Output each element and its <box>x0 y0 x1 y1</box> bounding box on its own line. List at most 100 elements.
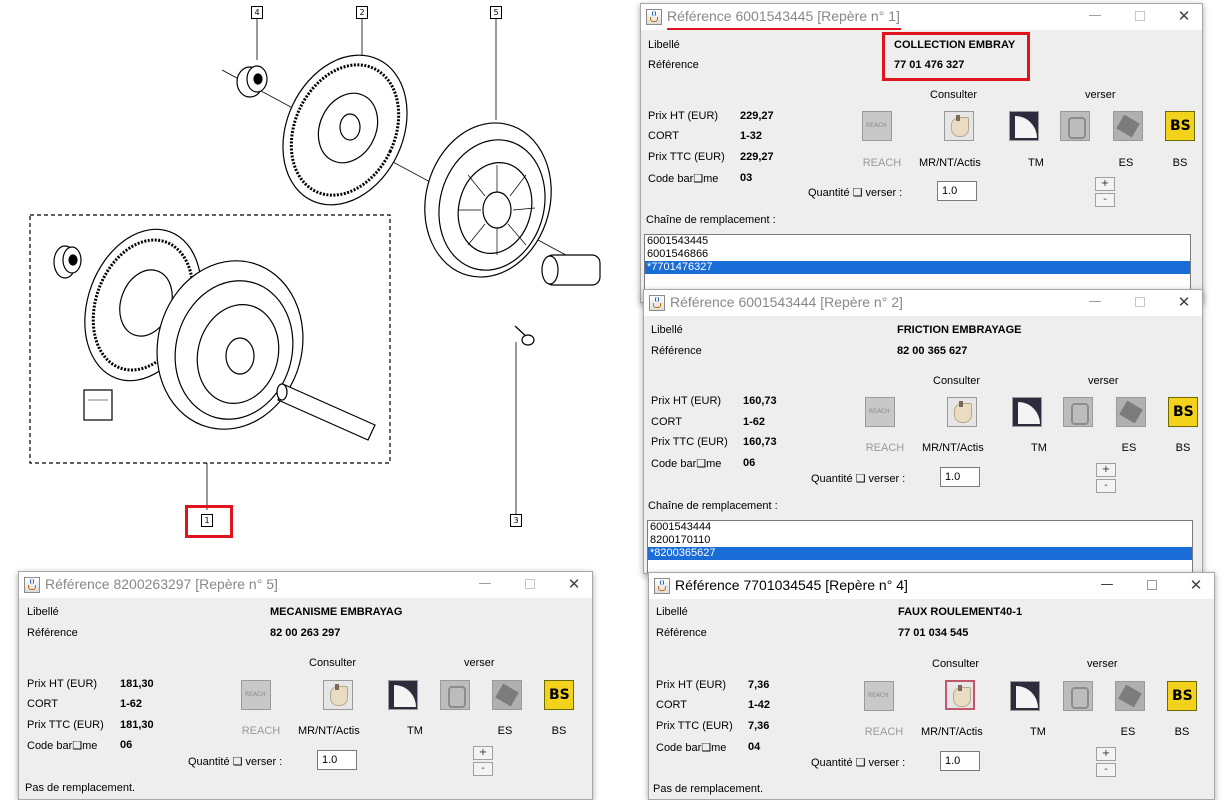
es-icon[interactable] <box>1113 111 1143 141</box>
mr-nt-actis-icon[interactable] <box>944 111 974 141</box>
list-item[interactable]: 6001543445 <box>645 235 1190 248</box>
es-catalog-icon[interactable] <box>440 680 470 710</box>
minimize-button[interactable]: — <box>473 575 497 593</box>
title-bar[interactable]: Référence 6001543445 [Repère n° 1] — ✕ <box>641 4 1202 30</box>
es-catalog-icon[interactable] <box>1063 397 1093 427</box>
tm-caption: TM <box>407 725 423 737</box>
tm-icon[interactable] <box>1010 681 1040 711</box>
maximize-button[interactable] <box>1140 576 1164 594</box>
increment-button[interactable]: + <box>1095 177 1115 191</box>
es-icon[interactable] <box>492 680 522 710</box>
replacement-chain-list[interactable]: 6001543444 8200170110 *8200365627 <box>647 520 1193 573</box>
reference-label: Référence <box>648 59 699 71</box>
quantite-input[interactable] <box>940 467 980 487</box>
title-bar[interactable]: Référence 6001543444 [Repère n° 2] — ✕ <box>644 290 1202 316</box>
reach-icon[interactable] <box>865 397 895 427</box>
prix-ttc-label: Prix TTC (EUR) <box>648 151 725 163</box>
decrement-button[interactable]: - <box>1096 763 1116 777</box>
prix-ttc-label: Prix TTC (EUR) <box>651 436 728 448</box>
title-bar[interactable]: Référence 8200263297 [Repère n° 5] — ✕ <box>19 572 592 598</box>
quantite-input[interactable] <box>317 750 357 770</box>
reach-icon[interactable] <box>241 680 271 710</box>
minimize-button[interactable]: — <box>1083 7 1107 25</box>
cort-value: 1-62 <box>120 698 143 710</box>
minimize-button[interactable]: — <box>1083 293 1107 311</box>
maximize-button[interactable] <box>518 575 542 593</box>
libelle-highlight-box <box>882 32 1030 81</box>
tm-icon[interactable] <box>388 680 418 710</box>
mr-nt-actis-icon[interactable] <box>947 397 977 427</box>
bs-icon[interactable] <box>1167 681 1197 711</box>
quantite-input[interactable] <box>937 181 977 201</box>
close-button[interactable]: ✕ <box>1184 576 1208 594</box>
callout-5[interactable]: 5 <box>490 6 502 19</box>
maximize-button[interactable] <box>1128 293 1152 311</box>
decrement-button[interactable]: - <box>1095 193 1115 207</box>
tm-icon[interactable] <box>1009 111 1039 141</box>
list-item-selected[interactable]: *7701476327 <box>645 261 1190 274</box>
cort-value: 1-62 <box>743 416 766 428</box>
decrement-button[interactable]: - <box>1096 479 1116 493</box>
libelle-label: Libellé <box>656 606 688 618</box>
bs-icon[interactable] <box>1168 397 1198 427</box>
es-icon[interactable] <box>1115 681 1145 711</box>
prix-ht-value: 229,27 <box>740 110 774 122</box>
minimize-button[interactable]: — <box>1095 576 1119 594</box>
reach-caption: REACH <box>241 725 281 737</box>
maximize-button[interactable] <box>1128 7 1152 25</box>
no-replacement-text: Pas de remplacement. <box>25 782 136 794</box>
bs-icon[interactable] <box>1165 111 1195 141</box>
bs-icon[interactable] <box>544 680 574 710</box>
chaine-label: Chaîne de remplacement : <box>648 500 778 512</box>
reach-caption: REACH <box>865 442 905 454</box>
quantite-input[interactable] <box>940 751 980 771</box>
close-button[interactable]: ✕ <box>1172 293 1196 311</box>
list-item-selected[interactable]: *8200365627 <box>648 547 1192 560</box>
prix-ht-label: Prix HT (EUR) <box>656 679 727 691</box>
increment-button[interactable]: + <box>1096 463 1116 477</box>
mr-nt-actis-icon[interactable] <box>945 680 975 710</box>
tm-icon[interactable] <box>1012 397 1042 427</box>
quantite-label: Quantité ❑ verser : <box>811 473 906 485</box>
es-catalog-icon[interactable] <box>1063 681 1093 711</box>
increment-button[interactable]: + <box>473 746 493 760</box>
decrement-button[interactable]: - <box>473 762 493 776</box>
mr-nt-actis-caption: MR/NT/Actis <box>298 725 360 737</box>
close-button[interactable]: ✕ <box>562 575 586 593</box>
verser-header: verser <box>1088 375 1119 387</box>
es-catalog-icon[interactable] <box>1060 111 1090 141</box>
code-bareme-value: 03 <box>740 172 753 184</box>
mr-nt-actis-icon[interactable] <box>323 680 353 710</box>
window-title: Référence 7701034545 [Repère n° 4] <box>675 577 908 593</box>
reach-icon[interactable] <box>862 111 892 141</box>
es-icon[interactable] <box>1116 397 1146 427</box>
increment-button[interactable]: + <box>1096 747 1116 761</box>
close-button[interactable]: ✕ <box>1172 7 1196 25</box>
bs-caption: BS <box>551 725 567 737</box>
prix-ht-label: Prix HT (EUR) <box>651 395 722 407</box>
tm-caption: TM <box>1028 157 1044 169</box>
cort-value: 1-42 <box>748 699 771 711</box>
code-bareme-value: 06 <box>120 739 133 751</box>
callout-2[interactable]: 2 <box>356 6 368 19</box>
list-item[interactable]: 6001546866 <box>645 248 1190 261</box>
callout-4[interactable]: 4 <box>251 6 263 19</box>
reach-icon[interactable] <box>864 681 894 711</box>
consulter-header: Consulter <box>930 89 978 101</box>
libelle-label: Libellé <box>651 324 683 336</box>
prix-ttc-label: Prix TTC (EUR) <box>656 720 733 732</box>
callout-3[interactable]: 3 <box>510 514 522 527</box>
code-bareme-label: Code bar❑me <box>27 740 98 752</box>
cort-label: CORT <box>648 130 679 142</box>
verser-header: verser <box>1087 658 1118 670</box>
title-bar[interactable]: Référence 7701034545 [Repère n° 4] — ✕ <box>649 573 1214 599</box>
reference-window-1: Référence 6001543445 [Repère n° 1] — ✕ L… <box>640 3 1203 303</box>
title-highlight-underline <box>667 28 901 30</box>
libelle-value: FAUX ROULEMENT40-1 <box>898 606 1023 618</box>
libelle-value: FRICTION EMBRAYAGE <box>897 324 1022 336</box>
callout-1-highlight <box>185 505 233 538</box>
list-item[interactable]: 6001543444 <box>648 521 1192 534</box>
reach-caption: REACH <box>862 157 902 169</box>
mr-nt-actis-caption: MR/NT/Actis <box>921 726 983 738</box>
list-item[interactable]: 8200170110 <box>648 534 1192 547</box>
